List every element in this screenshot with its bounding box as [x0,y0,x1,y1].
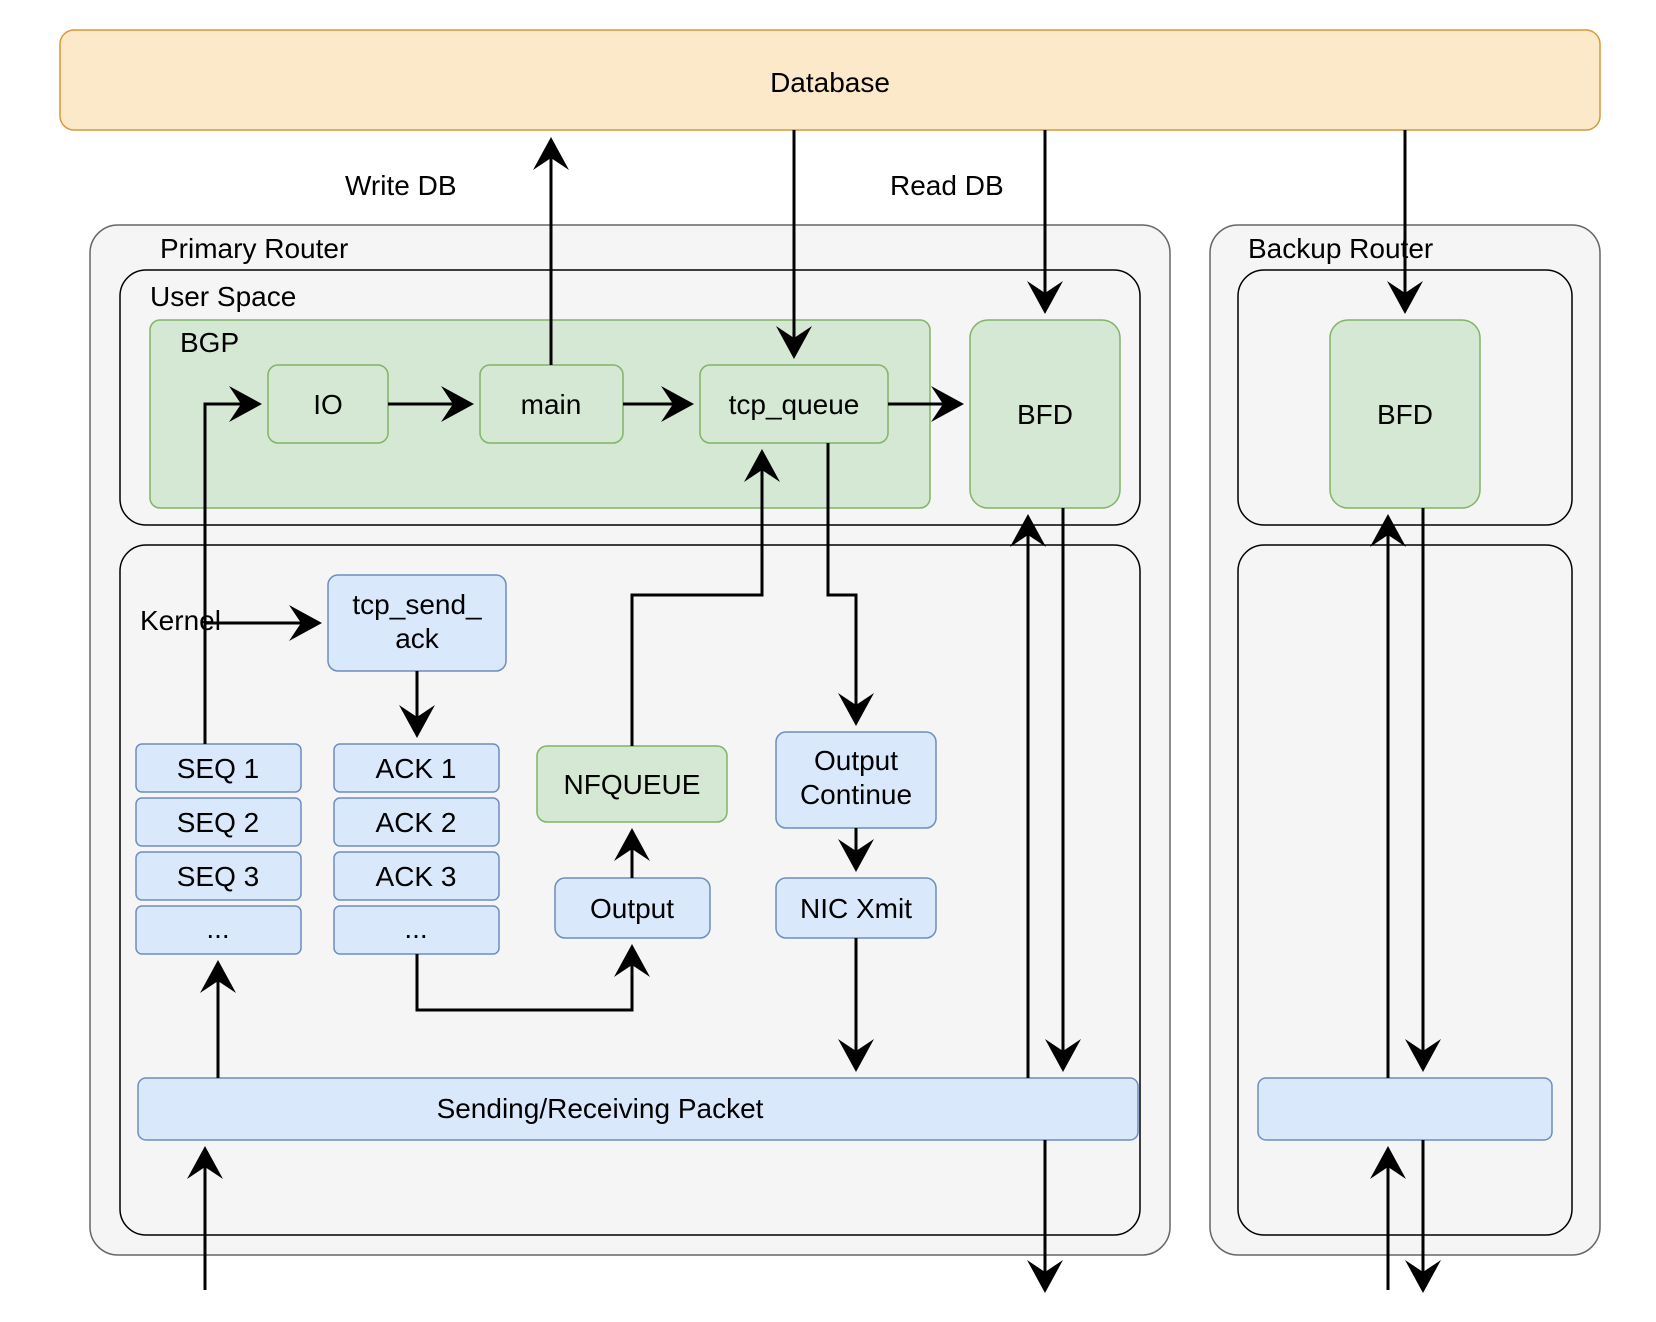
seq-4: ... [206,913,229,944]
bfd-backup-label: BFD [1377,399,1433,430]
output-label: Output [590,893,674,924]
ack-4: ... [404,913,427,944]
ack-3: ACK 3 [376,861,457,892]
primary-router-title: Primary Router [160,233,348,264]
read-db-label: Read DB [890,170,1004,201]
bgp-title: BGP [180,327,239,358]
write-db-label: Write DB [345,170,457,201]
tcp-send-ack-label-1: tcp_send_ [352,589,482,620]
main-label: main [521,389,582,420]
seq-1: SEQ 1 [177,753,259,784]
kernel-title: Kernel [140,605,221,636]
seq-3: SEQ 3 [177,861,259,892]
user-space-title: User Space [150,281,296,312]
nic-xmit-label: NIC Xmit [800,893,912,924]
tcp-queue-label: tcp_queue [729,389,860,420]
ack-2: ACK 2 [376,807,457,838]
bfd-primary-label: BFD [1017,399,1073,430]
packet-label: Sending/Receiving Packet [437,1093,764,1124]
ack-1: ACK 1 [376,753,457,784]
io-label: IO [313,389,343,420]
database-title: Database [770,67,890,98]
tcp-send-ack-label-2: ack [395,623,440,654]
nfqueue-label: NFQUEUE [564,769,701,800]
backup-packet-box [1258,1078,1552,1140]
output-continue-l2: Continue [800,779,912,810]
output-continue-l1: Output [814,745,898,776]
seq-2: SEQ 2 [177,807,259,838]
